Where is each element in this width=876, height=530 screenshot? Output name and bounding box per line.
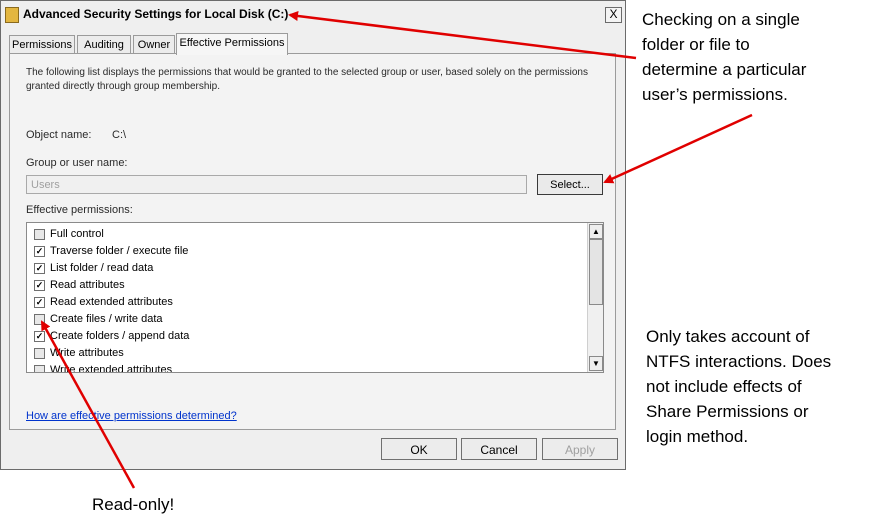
annotation-arrows: [40, 11, 753, 489]
tab-effective-permissions[interactable]: Effective Permissions: [176, 33, 288, 55]
arrow-to-title: [288, 11, 637, 60]
arrow-to-permission: [40, 320, 136, 489]
arrow-to-select-button: [603, 113, 753, 184]
